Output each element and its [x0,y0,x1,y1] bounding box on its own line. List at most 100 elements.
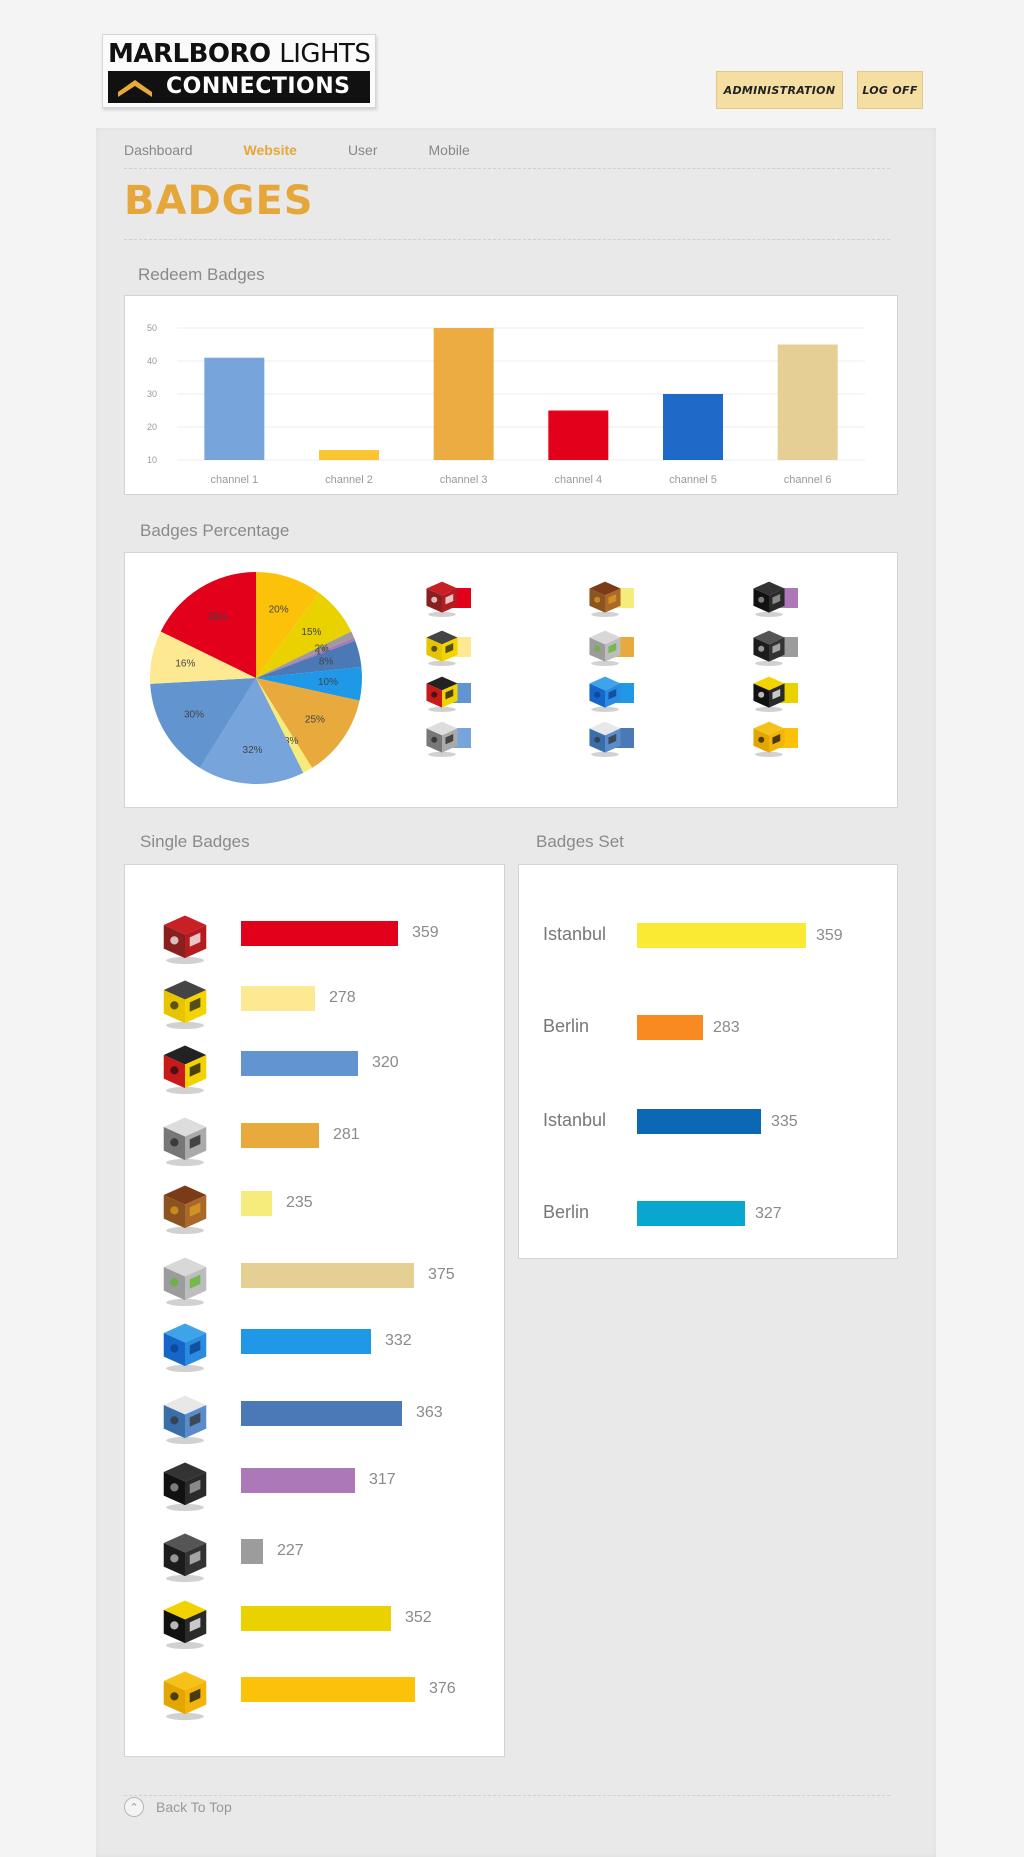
single-badge-bar[interactable] [241,1263,414,1288]
bar-channel-6[interactable] [777,344,838,461]
single-badge-value: 376 [429,1680,456,1697]
page-title: BADGES [124,178,314,224]
nav-divider [124,168,890,169]
retro-camera-icon [753,581,785,617]
section-title-set: Badges Set [536,832,624,851]
legend-item [586,579,698,617]
bar-channel-2[interactable] [319,450,379,460]
legend-item [750,628,862,666]
pie-slice-label: 8% [319,656,334,667]
y-tick-label: 10 [147,455,157,465]
pie-slice-label: 30% [184,710,204,721]
nav-item-mobile[interactable]: Mobile [429,142,470,158]
boxing-ring-icon [589,721,621,757]
single-badge-bar[interactable] [241,1606,391,1631]
single-badge-bar[interactable] [241,1329,371,1354]
bar-channel-5[interactable] [663,394,723,460]
x-tick-label: channel 5 [669,474,717,486]
badges-set-bar[interactable] [637,1015,703,1040]
nav-item-website[interactable]: Website [244,142,297,158]
blue-graffiti-cube-icon [163,1323,207,1372]
single-badge-row: 359 [125,904,505,964]
single-badge-value: 352 [405,1609,432,1626]
single-badge-row: 320 [125,1034,505,1094]
single-badge-row: 227 [125,1522,505,1582]
legend-item [423,674,535,712]
logo-brand-light: LIGHTS [279,39,371,69]
x-tick-label: channel 3 [440,474,488,486]
log-off-button[interactable]: LOG OFF [857,71,923,109]
single-badge-bar[interactable] [241,1191,272,1216]
badges-set-city: Berlin [543,1202,590,1222]
single-badge-bar[interactable] [241,1677,415,1702]
dj-booth-icon [163,1600,207,1649]
badges-set-value: 283 [713,1019,740,1036]
single-badge-bar[interactable] [241,1051,358,1076]
redeem-bar-chart: 10 20 30 40 50 channel 1 channel 2 channel 3 cha… [147,323,865,486]
legend-item [586,674,698,712]
back-to-top-label: Back To Top [156,1799,232,1815]
bar-channel-4[interactable] [548,410,609,461]
logo-line1: MARLBORO LIGHTS [108,39,371,69]
badges-set-panel: Istanbul 359 Berlin 283 Istanbul 335 Berlin 327 [518,864,898,1259]
taxi-cube-icon [163,1671,207,1720]
header: MARLBORO LIGHTS CONNECTIONS ADMINISTRATI… [0,0,1024,128]
percentage-pie-chart: 20%15%2%1%8%10%25%3%32%30%16%35% [150,572,362,784]
single-badge-bar[interactable] [241,1468,355,1493]
single-badge-value: 317 [369,1471,396,1488]
single-badge-value: 359 [412,924,439,941]
single-badge-bar[interactable] [241,1539,263,1564]
badges-set-city: Istanbul [543,924,607,944]
section-title-single: Single Badges [140,832,250,851]
legend-item [423,719,535,757]
logo-brand: MARLBORO [108,39,271,69]
nav-item-user[interactable]: User [348,142,378,158]
single-badge-bar[interactable] [241,986,315,1011]
title-divider [124,239,890,240]
logo-connections: CONNECTIONS [166,74,351,99]
logo[interactable]: MARLBORO LIGHTS CONNECTIONS [102,34,376,108]
chevron-up-icon: ⌃ [124,1797,144,1817]
y-tick-label: 20 [147,422,157,432]
yellow-turntable-icon [163,980,207,1029]
single-badge-bar[interactable] [241,1401,402,1426]
x-tick-label: channel 2 [325,474,373,486]
badges-set-bar[interactable] [637,923,806,948]
y-tick-label: 50 [147,323,157,333]
nav-item-dashboard[interactable]: Dashboard [124,142,193,158]
pie-slice-label: 15% [301,627,321,638]
single-badge-row: 332 [125,1312,505,1372]
single-badge-value: 332 [385,1332,412,1349]
section-title-percentage: Badges Percentage [140,521,290,540]
administration-button[interactable]: ADMINISTRATION [716,71,843,109]
single-badge-row: 363 [125,1384,505,1444]
yellow-turntable-icon [426,630,458,666]
apple-glass-cube-icon [163,1257,207,1306]
badges-set-row: Berlin 327 [519,1193,899,1233]
single-badge-row: 352 [125,1589,505,1649]
bar-channel-1[interactable] [204,357,265,460]
pie-slice-label: 20% [269,605,289,616]
main-nav: Dashboard Website User Mobile [124,142,521,158]
bar-channel-3[interactable] [433,328,494,460]
section-title-redeem: Redeem Badges [138,265,265,284]
badges-set-row: Berlin 283 [519,1007,899,1047]
badges-set-row: Istanbul 335 [519,1101,899,1141]
badges-set-bar[interactable] [637,1109,761,1134]
pie-slice-label: 10% [318,677,338,688]
badges-set-value: 327 [755,1205,782,1222]
single-badge-bar[interactable] [241,1123,319,1148]
pie-slice-label: 16% [175,659,195,670]
legend-item [423,579,535,617]
single-badge-row: 317 [125,1451,505,1511]
badges-set-city: Istanbul [543,1110,607,1130]
legend-item [750,674,862,712]
badges-set-bar[interactable] [637,1201,745,1226]
single-badge-row: 375 [125,1246,505,1306]
single-badge-row: 235 [125,1174,505,1234]
single-badge-value: 363 [416,1404,443,1421]
single-badge-value: 278 [329,989,356,1006]
back-to-top-link[interactable]: ⌃ Back To Top [124,1797,232,1817]
single-badge-bar[interactable] [241,921,398,946]
film-camera-icon [753,630,785,666]
